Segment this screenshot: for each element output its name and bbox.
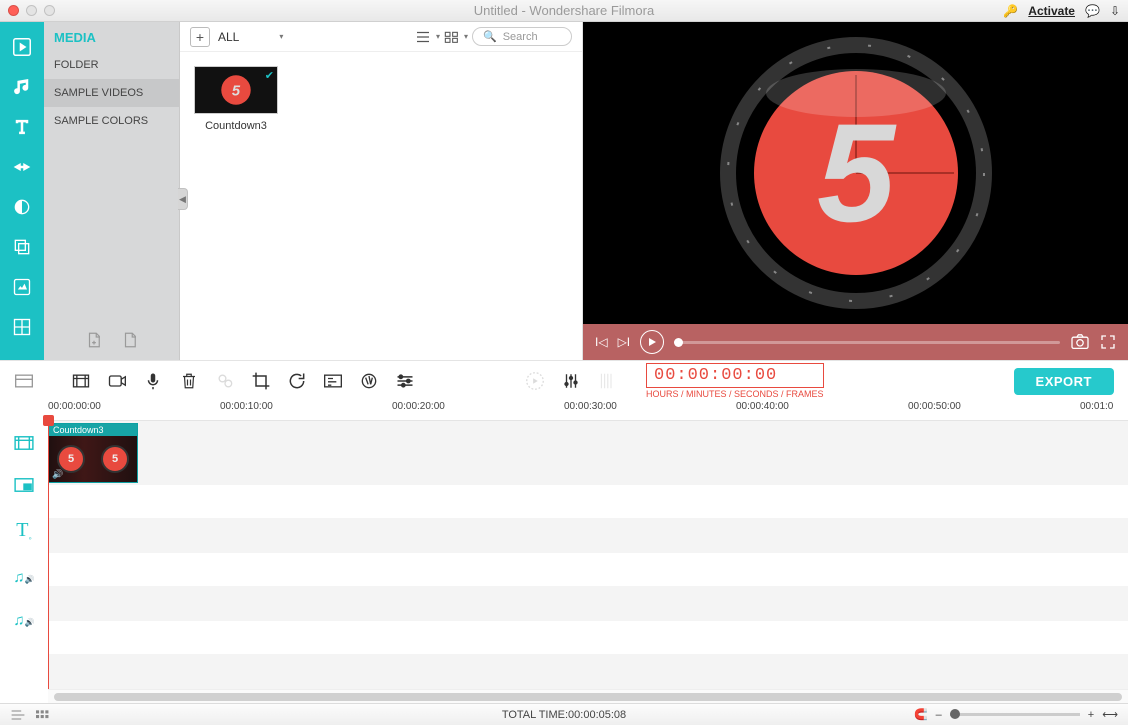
magnet-icon[interactable]: 🧲 — [914, 708, 928, 721]
app-title: Untitled - Wondershare Filmora — [0, 3, 1128, 18]
splitscreen-tab-icon[interactable] — [5, 310, 39, 344]
audio2-track-icon[interactable]: ♫🔊 — [13, 612, 34, 629]
search-input[interactable]: 🔍 Search — [472, 27, 572, 46]
meter-icon — [596, 370, 618, 392]
marker-icon[interactable] — [524, 370, 546, 392]
preview-progress[interactable] — [674, 341, 1060, 344]
media-sidebar: MEDIA FOLDER SAMPLE VIDEOS SAMPLE COLORS — [44, 22, 180, 360]
sidebar-collapse-handle[interactable]: ◀ — [178, 188, 188, 210]
zoom-slider[interactable] — [950, 713, 1080, 716]
track-row[interactable] — [48, 655, 1128, 689]
grid-view-icon[interactable] — [444, 30, 460, 44]
speed-icon[interactable] — [322, 370, 344, 392]
audio-icon: 🔊 — [52, 469, 63, 480]
left-toolbar — [0, 22, 44, 360]
delete-icon[interactable] — [178, 370, 200, 392]
voiceover-icon[interactable] — [142, 370, 164, 392]
filter-dropdown[interactable]: ALL ▾ — [218, 30, 283, 44]
svg-text:5: 5 — [232, 84, 241, 100]
settings-icon[interactable] — [394, 370, 416, 392]
color-icon[interactable] — [358, 370, 380, 392]
timeline-ruler[interactable]: 00:00:00:0000:00:10:0000:00:20:0000:00:3… — [48, 401, 1128, 421]
caret-down-icon: ▾ — [436, 32, 440, 41]
media-item-folder[interactable]: FOLDER — [44, 51, 179, 79]
track-row[interactable] — [48, 519, 1128, 553]
timeline-clip[interactable]: Countdown3 55 🔊 — [48, 423, 138, 483]
timecode-display: 00:00:00:00 — [646, 363, 824, 388]
track-row[interactable] — [48, 553, 1128, 587]
prev-frame-icon[interactable]: I◁ — [595, 335, 608, 349]
track-type-column: T◦ ♫🔊 ♫🔊 — [0, 421, 48, 689]
media-thumbnail[interactable]: 5 ✔ Countdown3 — [194, 66, 278, 132]
add-media-button[interactable]: + — [190, 27, 210, 47]
search-icon: 🔍 — [483, 30, 497, 43]
track-row[interactable] — [48, 485, 1128, 519]
fullscreen-icon[interactable] — [1100, 334, 1116, 350]
export-button[interactable]: EXPORT — [1014, 368, 1114, 395]
progress-knob[interactable] — [674, 338, 683, 347]
search-placeholder: Search — [503, 31, 538, 43]
title-bar: Untitled - Wondershare Filmora 🔑 Activat… — [0, 0, 1128, 22]
timeline-panel: 00:00:00:00 HOURS / MINUTES / SECONDS / … — [0, 360, 1128, 703]
video-track-icon[interactable] — [13, 435, 35, 451]
caret-down-icon: ▾ — [279, 32, 283, 41]
pip-track-icon[interactable] — [13, 477, 35, 493]
thumbnail-label: Countdown3 — [194, 120, 278, 132]
timeline-switch-icon[interactable] — [14, 372, 34, 390]
svg-text:5: 5 — [817, 94, 897, 251]
mixer-icon[interactable] — [560, 370, 582, 392]
media-item-sample-colors[interactable]: SAMPLE COLORS — [44, 107, 179, 135]
new-file-icon[interactable] — [85, 330, 103, 350]
filters-tab-icon[interactable] — [5, 190, 39, 224]
zoom-in-icon[interactable]: + — [1088, 709, 1094, 721]
filter-label: ALL — [218, 30, 239, 44]
playhead[interactable] — [48, 421, 49, 689]
timecode-caption: HOURS / MINUTES / SECONDS / FRAMES — [646, 389, 824, 399]
overlays-tab-icon[interactable] — [5, 230, 39, 264]
text-tab-icon[interactable] — [5, 110, 39, 144]
cut-icon[interactable] — [70, 370, 92, 392]
elements-tab-icon[interactable] — [5, 270, 39, 304]
music-tab-icon[interactable] — [5, 70, 39, 104]
preview-pane: 5 I◁ ▷I — [583, 22, 1128, 360]
media-browser: + ALL ▾ ▾ ▾ 🔍 Search 5 ✔ Countdown3 — [180, 22, 583, 360]
snapshot-icon[interactable] — [1070, 334, 1090, 350]
media-item-sample-videos[interactable]: SAMPLE VIDEOS — [44, 79, 179, 107]
zoom-out-icon[interactable]: – — [936, 709, 942, 721]
transitions-tab-icon[interactable] — [5, 150, 39, 184]
clip-label: Countdown3 — [49, 424, 137, 436]
horizontal-scrollbar[interactable] — [48, 689, 1128, 703]
record-icon[interactable] — [106, 370, 128, 392]
rotate-icon[interactable] — [286, 370, 308, 392]
file-icon[interactable] — [121, 330, 139, 350]
next-frame-icon[interactable]: ▷I — [618, 335, 631, 349]
track-row[interactable] — [48, 587, 1128, 621]
media-header: MEDIA — [44, 22, 179, 51]
video-track[interactable]: Countdown3 55 🔊 — [48, 421, 1128, 485]
play-button[interactable] — [640, 330, 664, 354]
status-bar: TOTAL TIME:00:00:05:08 🧲 – + ⟷ — [0, 703, 1128, 725]
checkmark-icon: ✔ — [265, 69, 274, 82]
audio-track-icon[interactable]: ♫🔊 — [13, 569, 34, 586]
list-view-icon[interactable] — [414, 30, 432, 44]
track-row[interactable] — [48, 621, 1128, 655]
crop-icon[interactable] — [250, 370, 272, 392]
preview-controls: I◁ ▷I — [583, 324, 1128, 360]
text-track-icon[interactable]: T◦ — [16, 519, 31, 543]
fit-icon[interactable]: ⟷ — [1102, 708, 1118, 721]
media-tab-icon[interactable] — [5, 30, 39, 64]
edit-icon — [214, 370, 236, 392]
caret-down-icon: ▾ — [464, 32, 468, 41]
